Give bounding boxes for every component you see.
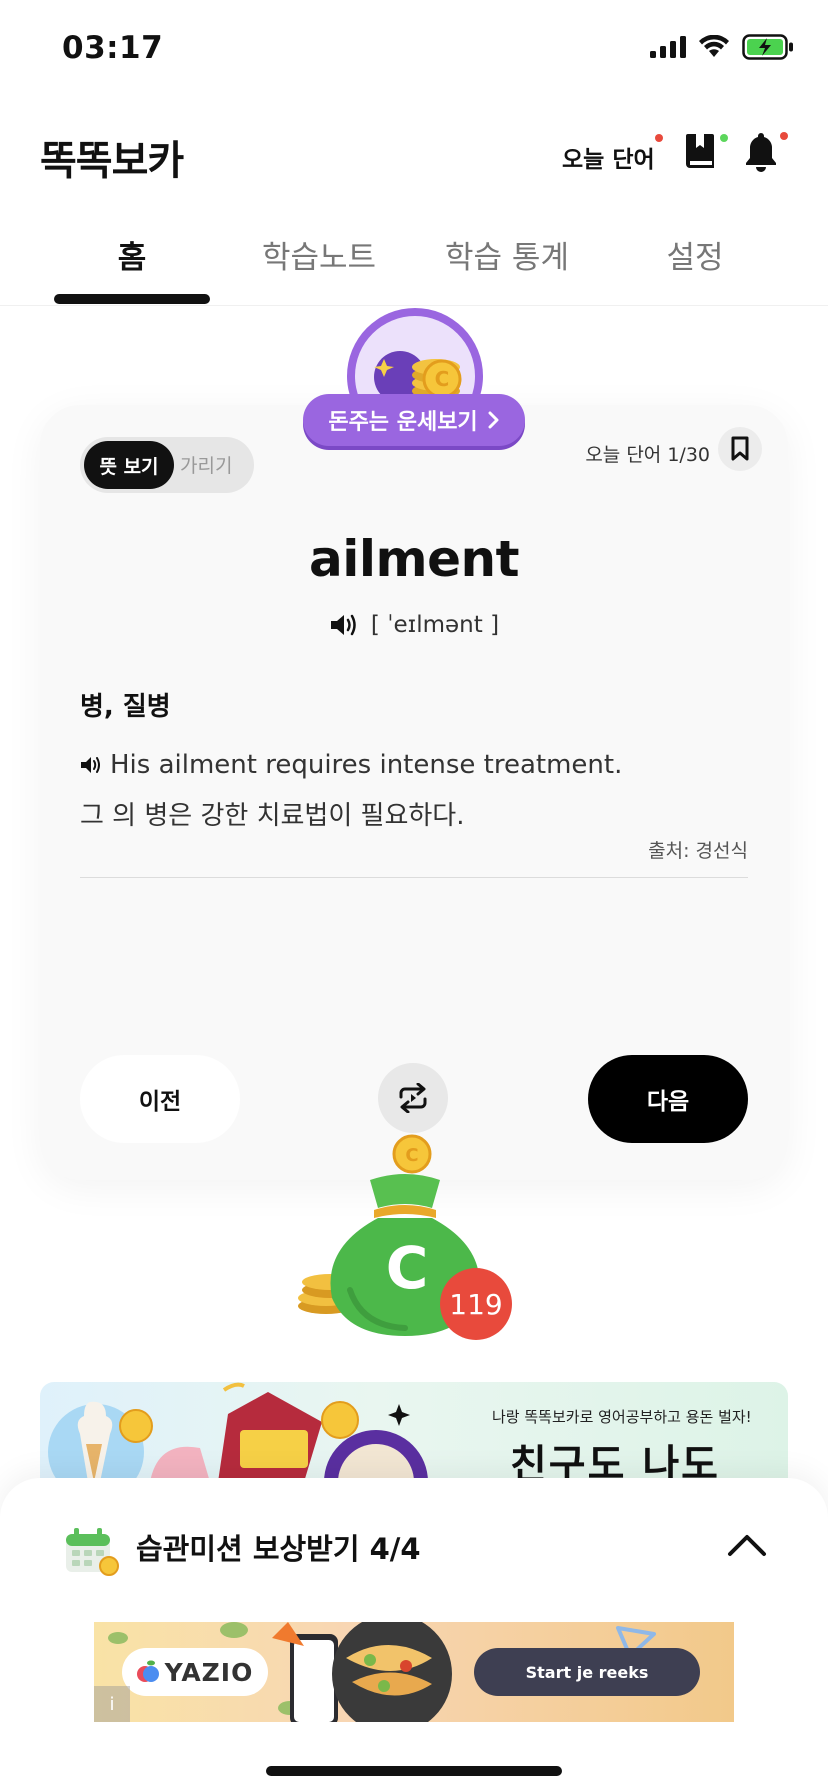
- status-bar: 03:17: [0, 0, 828, 100]
- vocab-word: ailment: [308, 530, 520, 588]
- example-sentence-ko: 그 의 병은 강한 치료법이 필요하다.: [80, 801, 465, 831]
- svg-text:C: C: [435, 367, 450, 391]
- book-dot: [720, 134, 728, 142]
- tab-bar: 홈 학습노트 학습 통계 설정: [0, 200, 828, 306]
- chevron-right-icon: [488, 411, 499, 429]
- banner-title: 친구도 나도: [510, 1442, 720, 1482]
- chevron-up-icon[interactable]: [726, 1532, 768, 1558]
- referral-banner[interactable]: 나랑 똑똑보카로 영어공부하고 용돈 벌자! 친구도 나도: [40, 1382, 788, 1482]
- tab-home[interactable]: 홈: [37, 232, 227, 277]
- ad-cta-button[interactable]: Start je reeks: [474, 1648, 700, 1696]
- bookmark-button[interactable]: [718, 427, 762, 471]
- fortune-label: 돈주는 운세보기: [328, 410, 478, 435]
- example-source: 출처: 경선식: [648, 840, 748, 862]
- tab-study-stats[interactable]: 학습 통계: [412, 232, 602, 277]
- bell-icon[interactable]: [744, 130, 778, 172]
- toggle-hide-meaning[interactable]: 가리기: [180, 451, 232, 478]
- coin-count-badge: 119: [440, 1268, 512, 1340]
- app-header: 똑똑보카 오늘 단어: [0, 110, 828, 200]
- today-word-button[interactable]: 오늘 단어: [562, 140, 655, 174]
- habit-mission-sheet: 습관미션 보상받기 4/4 YAZIO Start je reeks i: [0, 1478, 828, 1792]
- tab-study-notes[interactable]: 학습노트: [224, 232, 414, 277]
- repeat-icon: [399, 1083, 427, 1113]
- speaker-icon[interactable]: [329, 613, 359, 637]
- example-sentence-en: His ailment requires intense treatment.: [80, 750, 622, 780]
- next-button[interactable]: 다음: [588, 1055, 748, 1143]
- banner-illustration: [48, 1382, 428, 1482]
- battery-charging-icon: [742, 34, 793, 60]
- status-icons: [650, 34, 794, 60]
- today-word-dot: [655, 134, 663, 142]
- cellular-signal-icon: [650, 36, 686, 58]
- app-title: 똑똑보카: [40, 138, 184, 184]
- pronunciation-row: [ ˈeɪlmənt ]: [0, 612, 828, 638]
- ad-banner[interactable]: YAZIO Start je reeks i: [94, 1622, 734, 1722]
- bookmark-icon: [731, 436, 749, 461]
- coin-bag-letter: C: [385, 1234, 429, 1302]
- toggle-show-meaning[interactable]: 뜻 보기: [84, 441, 174, 489]
- prev-button[interactable]: 이전: [80, 1055, 240, 1143]
- fortune-medal-image[interactable]: C: [344, 305, 486, 405]
- yazio-apple-icon: [136, 1660, 159, 1682]
- word-counter: 오늘 단어 1/30: [585, 444, 710, 466]
- active-tab-indicator: [54, 294, 210, 304]
- habit-mission-title: 습관미션 보상받기 4/4: [136, 1532, 421, 1566]
- wifi-icon: [699, 35, 729, 57]
- card-divider: [80, 877, 748, 878]
- home-indicator: [266, 1766, 562, 1776]
- word-meaning: 병, 질병: [80, 692, 171, 722]
- speaker-small-icon[interactable]: [80, 756, 102, 774]
- fortune-button[interactable]: 돈주는 운세보기: [303, 394, 525, 446]
- meaning-toggle[interactable]: 뜻 보기 가리기: [80, 437, 254, 493]
- banner-subtitle: 나랑 똑똑보카로 영어공부하고 용돈 벌자!: [492, 1408, 752, 1426]
- ad-brand-name: YAZIO: [164, 1657, 254, 1687]
- status-time: 03:17: [62, 30, 164, 66]
- svg-text:C: C: [405, 1145, 418, 1166]
- bell-dot: [780, 132, 788, 140]
- pronunciation: [ ˈeɪlmənt ]: [370, 612, 500, 638]
- ad-info-icon[interactable]: i: [94, 1686, 130, 1722]
- repeat-button[interactable]: [378, 1063, 448, 1133]
- tab-settings[interactable]: 설정: [600, 232, 790, 277]
- example-en-text: His ailment requires intense treatment.: [110, 750, 623, 780]
- book-icon[interactable]: [684, 132, 716, 170]
- ad-brand-logo: YAZIO: [122, 1648, 268, 1696]
- calendar-coin-icon: [66, 1528, 119, 1576]
